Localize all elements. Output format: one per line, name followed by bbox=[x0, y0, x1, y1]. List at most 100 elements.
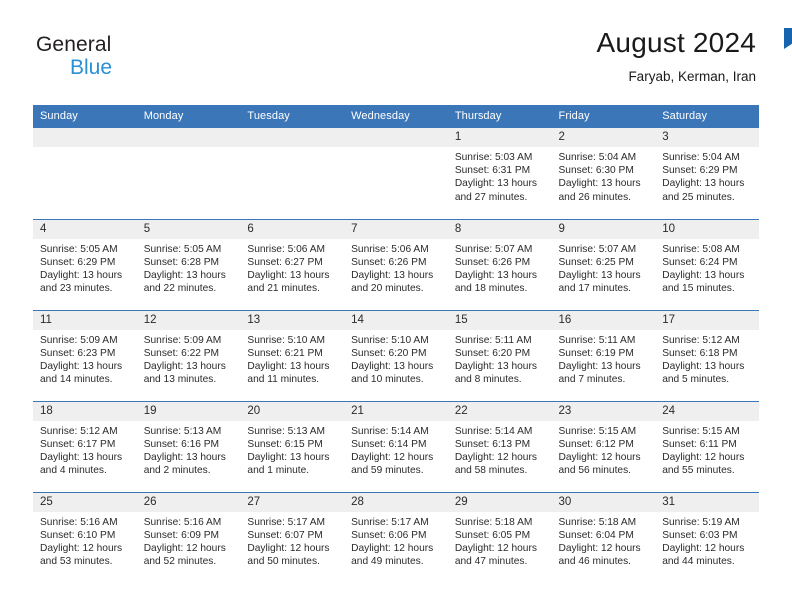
daylight-duration-line1: Daylight: 13 hours bbox=[247, 360, 330, 372]
sunset-time: Sunset: 6:30 PM bbox=[558, 165, 634, 177]
daylight-duration-line2: and 23 minutes. bbox=[40, 283, 113, 295]
daylight-duration-line2: and 46 minutes. bbox=[558, 556, 632, 568]
calendar-day-cell[interactable]: 19 Sunrise: 5:13 AM Sunset: 6:16 PM Dayligh… bbox=[136, 400, 241, 492]
calendar-day-cell[interactable]: 9 Sunrise: 5:07 AM Sunset: 6:25 PM Daylight… bbox=[551, 218, 656, 310]
calendar-day-cell[interactable]: 12 Sunrise: 5:09 AM Sunset: 6:22 PM Dayligh… bbox=[136, 309, 241, 401]
sunset-time: Sunset: 6:05 PM bbox=[454, 529, 531, 541]
day-number: 25 bbox=[33, 492, 137, 512]
day-sun-info: Sunrise: 5:17 AM Sunset: 6:07 PM Daylight:… bbox=[240, 512, 344, 569]
daylight-duration-line1: Daylight: 13 hours bbox=[558, 360, 641, 372]
sunset-time: Sunset: 6:03 PM bbox=[662, 529, 738, 541]
calendar-day-cell[interactable]: 26 Sunrise: 5:16 AM Sunset: 6:09 PM Dayligh… bbox=[136, 491, 241, 583]
daylight-duration-line2: and 47 minutes. bbox=[454, 556, 528, 568]
sunset-time: Sunset: 6:22 PM bbox=[143, 347, 220, 359]
daylight-duration-line2: and 4 minutes. bbox=[40, 465, 107, 477]
day-number: 13 bbox=[240, 310, 345, 330]
calendar-day-cell[interactable]: 30 Sunrise: 5:18 AM Sunset: 6:04 PM Dayligh… bbox=[551, 491, 656, 583]
daylight-duration-line2: and 13 minutes. bbox=[143, 374, 217, 386]
general-blue-logo[interactable]: General Blue bbox=[36, 26, 792, 79]
day-number: 12 bbox=[136, 310, 241, 330]
daylight-duration-line1: Daylight: 13 hours bbox=[662, 178, 745, 190]
sunset-time: Sunset: 6:11 PM bbox=[662, 438, 737, 450]
sunrise-time: Sunrise: 5:14 AM bbox=[454, 425, 533, 437]
calendar-day-cell[interactable]: 16 Sunrise: 5:11 AM Sunset: 6:19 PM Dayligh… bbox=[551, 309, 656, 401]
calendar-day-cell[interactable]: 18 Sunrise: 5:12 AM Sunset: 6:17 PM Dayligh… bbox=[33, 400, 137, 492]
calendar-week-row: 18 Sunrise: 5:12 AM Sunset: 6:17 PM Dayligh… bbox=[33, 400, 759, 492]
sunrise-time: Sunrise: 5:11 AM bbox=[558, 334, 636, 346]
weekday-header-tuesday: Tuesday bbox=[240, 105, 345, 128]
sunrise-time: Sunrise: 5:17 AM bbox=[247, 516, 325, 528]
day-sun-info: Sunrise: 5:13 AM Sunset: 6:15 PM Daylight:… bbox=[240, 421, 344, 478]
calendar-day-cell[interactable]: 14 Sunrise: 5:10 AM Sunset: 6:20 PM Dayligh… bbox=[344, 309, 448, 401]
sunrise-time: Sunrise: 5:09 AM bbox=[40, 334, 118, 346]
daylight-duration-line2: and 56 minutes. bbox=[558, 465, 632, 477]
day-number: 14 bbox=[344, 310, 448, 330]
day-sun-info: Sunrise: 5:10 AM Sunset: 6:21 PM Daylight:… bbox=[240, 330, 344, 387]
day-number: 6 bbox=[240, 219, 345, 239]
calendar-day-cell[interactable]: 29 Sunrise: 5:18 AM Sunset: 6:05 PM Dayligh… bbox=[447, 491, 552, 583]
calendar-day-cell[interactable]: 6 Sunrise: 5:06 AM Sunset: 6:27 PM Daylight… bbox=[240, 218, 345, 310]
calendar-day-cell[interactable]: 13 Sunrise: 5:10 AM Sunset: 6:21 PM Dayligh… bbox=[240, 309, 345, 401]
day-number: 11 bbox=[33, 310, 137, 330]
sunset-time: Sunset: 6:20 PM bbox=[454, 347, 531, 359]
calendar-day-cell[interactable]: 28 Sunrise: 5:17 AM Sunset: 6:06 PM Dayligh… bbox=[344, 491, 448, 583]
sunrise-time: Sunrise: 5:05 AM bbox=[143, 243, 222, 255]
day-sun-info: Sunrise: 5:13 AM Sunset: 6:16 PM Daylight:… bbox=[137, 421, 241, 478]
calendar-day-cell[interactable]: 24 Sunrise: 5:15 AM Sunset: 6:11 PM Dayligh… bbox=[655, 400, 759, 492]
day-number: 3 bbox=[655, 128, 759, 147]
sunset-time: Sunset: 6:17 PM bbox=[40, 438, 116, 450]
weekday-header-sunday: Sunday bbox=[33, 105, 137, 128]
daylight-duration-line1: Daylight: 13 hours bbox=[247, 451, 330, 463]
calendar-day-cell[interactable]: 10 Sunrise: 5:08 AM Sunset: 6:24 PM Dayligh… bbox=[655, 218, 759, 310]
day-number: 23 bbox=[551, 401, 656, 421]
sunrise-time: Sunrise: 5:13 AM bbox=[247, 425, 325, 437]
calendar-day-cell[interactable]: 7 Sunrise: 5:06 AM Sunset: 6:26 PM Daylight… bbox=[344, 218, 448, 310]
page-title: August 2024 bbox=[596, 27, 756, 58]
day-sun-info: Sunrise: 5:06 AM Sunset: 6:27 PM Daylight:… bbox=[240, 239, 344, 296]
calendar-day-cell[interactable]: 23 Sunrise: 5:15 AM Sunset: 6:12 PM Dayligh… bbox=[551, 400, 656, 492]
calendar-day-cell[interactable]: 8 Sunrise: 5:07 AM Sunset: 6:26 PM Daylight… bbox=[447, 218, 552, 310]
calendar-week-row: 11 Sunrise: 5:09 AM Sunset: 6:23 PM Dayligh… bbox=[33, 309, 759, 401]
sunrise-time: Sunrise: 5:12 AM bbox=[40, 425, 118, 437]
sunset-time: Sunset: 6:09 PM bbox=[143, 529, 220, 541]
daylight-duration-line2: and 2 minutes. bbox=[143, 465, 211, 477]
daylight-duration-line1: Daylight: 13 hours bbox=[558, 269, 641, 281]
day-sun-info: Sunrise: 5:16 AM Sunset: 6:10 PM Daylight:… bbox=[33, 512, 137, 569]
calendar-day-cell[interactable]: 21 Sunrise: 5:14 AM Sunset: 6:14 PM Dayligh… bbox=[344, 400, 448, 492]
calendar-day-cell[interactable]: 11 Sunrise: 5:09 AM Sunset: 6:23 PM Dayligh… bbox=[33, 309, 137, 401]
calendar-day-cell[interactable]: 3 Sunrise: 5:04 AM Sunset: 6:29 PM Daylight… bbox=[655, 128, 759, 219]
calendar-day-cell[interactable]: 15 Sunrise: 5:11 AM Sunset: 6:20 PM Dayligh… bbox=[447, 309, 552, 401]
daylight-duration-line2: and 25 minutes. bbox=[662, 191, 735, 203]
day-sun-info: Sunrise: 5:15 AM Sunset: 6:11 PM Daylight:… bbox=[655, 421, 759, 478]
day-number: 15 bbox=[447, 310, 552, 330]
calendar-day-cell[interactable]: 25 Sunrise: 5:16 AM Sunset: 6:10 PM Dayligh… bbox=[33, 491, 137, 583]
daylight-duration-line1: Daylight: 12 hours bbox=[558, 451, 641, 463]
day-number: 2 bbox=[551, 128, 656, 147]
daylight-duration-line2: and 20 minutes. bbox=[351, 283, 424, 295]
calendar-day-cell[interactable]: 17 Sunrise: 5:12 AM Sunset: 6:18 PM Dayligh… bbox=[655, 309, 759, 401]
daylight-duration-line1: Daylight: 13 hours bbox=[558, 178, 641, 190]
sunrise-time: Sunrise: 5:10 AM bbox=[351, 334, 429, 346]
sunrise-time: Sunrise: 5:07 AM bbox=[454, 243, 533, 255]
calendar-day-cell[interactable]: 22 Sunrise: 5:14 AM Sunset: 6:13 PM Dayligh… bbox=[447, 400, 552, 492]
calendar-day-cell[interactable]: 1 Sunrise: 5:03 AM Sunset: 6:31 PM Daylight… bbox=[447, 128, 552, 219]
daylight-duration-line2: and 18 minutes. bbox=[454, 283, 528, 295]
calendar-cell-empty bbox=[136, 128, 241, 219]
day-sun-info: Sunrise: 5:09 AM Sunset: 6:23 PM Daylight:… bbox=[33, 330, 137, 387]
calendar-day-cell[interactable]: 27 Sunrise: 5:17 AM Sunset: 6:07 PM Dayligh… bbox=[240, 491, 345, 583]
day-sun-info: Sunrise: 5:15 AM Sunset: 6:12 PM Daylight:… bbox=[552, 421, 656, 478]
sunrise-time: Sunrise: 5:13 AM bbox=[143, 425, 222, 437]
calendar-day-cell[interactable]: 31 Sunrise: 5:19 AM Sunset: 6:03 PM Dayligh… bbox=[655, 491, 759, 583]
daylight-duration-line1: Daylight: 13 hours bbox=[351, 360, 434, 372]
daylight-duration-line2: and 1 minute. bbox=[247, 465, 310, 477]
weekday-header-wednesday: Wednesday bbox=[344, 105, 448, 128]
day-number: 24 bbox=[655, 401, 759, 421]
day-sun-info: Sunrise: 5:14 AM Sunset: 6:14 PM Daylight:… bbox=[344, 421, 448, 478]
calendar-week-row: 1 Sunrise: 5:03 AM Sunset: 6:31 PM Daylight… bbox=[33, 128, 759, 219]
calendar-day-cell[interactable]: 4 Sunrise: 5:05 AM Sunset: 6:29 PM Daylight… bbox=[33, 218, 137, 310]
day-sun-info: Sunrise: 5:06 AM Sunset: 6:26 PM Daylight:… bbox=[344, 239, 448, 296]
calendar-day-cell[interactable]: 2 Sunrise: 5:04 AM Sunset: 6:30 PM Daylight… bbox=[551, 128, 656, 219]
sunrise-time: Sunrise: 5:07 AM bbox=[558, 243, 637, 255]
calendar-day-cell[interactable]: 20 Sunrise: 5:13 AM Sunset: 6:15 PM Dayligh… bbox=[240, 400, 345, 492]
calendar-day-cell[interactable]: 5 Sunrise: 5:05 AM Sunset: 6:28 PM Daylight… bbox=[136, 218, 241, 310]
